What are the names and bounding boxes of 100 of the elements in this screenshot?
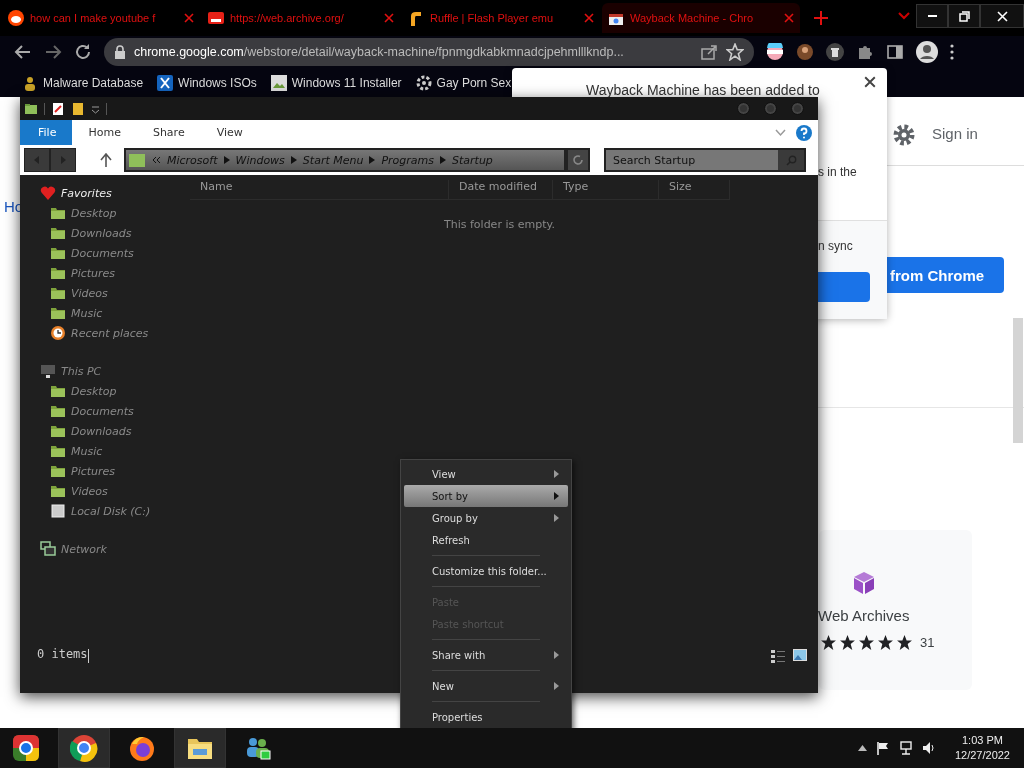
nav-item[interactable]: Documents bbox=[50, 243, 151, 263]
search-box[interactable]: Search Startup bbox=[604, 148, 806, 172]
chevron-down-icon[interactable] bbox=[775, 128, 786, 137]
breadcrumb-arrow-icon[interactable] bbox=[290, 156, 297, 164]
nav-item[interactable]: Videos bbox=[50, 481, 151, 501]
breadcrumb-arrow-icon[interactable] bbox=[369, 156, 376, 164]
thumbnail-view-icon[interactable] bbox=[793, 649, 807, 661]
browser-tab[interactable]: how can I make youtube f bbox=[2, 3, 200, 33]
folder-icon[interactable] bbox=[24, 101, 38, 116]
flag-icon[interactable] bbox=[766, 43, 784, 61]
share-icon[interactable] bbox=[700, 43, 718, 61]
menu-item[interactable]: Refresh bbox=[404, 529, 568, 551]
ribbon-tab[interactable]: File bbox=[20, 120, 73, 145]
column-header[interactable]: Type bbox=[553, 180, 659, 200]
bookmark[interactable]: Gay Porn Sex bbox=[415, 74, 512, 91]
trash-icon[interactable] bbox=[826, 43, 844, 61]
bookmark[interactable]: Windows 11 Installer bbox=[270, 74, 402, 91]
nav-group[interactable]: Network bbox=[40, 539, 151, 559]
folder-icon[interactable] bbox=[71, 101, 85, 116]
nav-item[interactable]: Pictures bbox=[50, 461, 151, 481]
side-panel-icon[interactable] bbox=[886, 43, 904, 61]
nav-item[interactable]: Desktop bbox=[50, 381, 151, 401]
breadcrumb[interactable]: Programs bbox=[381, 153, 434, 167]
menu-icon[interactable] bbox=[950, 43, 954, 61]
taskbar-app[interactable] bbox=[58, 728, 110, 768]
nav-item[interactable]: Music bbox=[50, 441, 151, 461]
nav-item[interactable]: Documents bbox=[50, 401, 151, 421]
chevron-down-icon[interactable] bbox=[898, 12, 910, 20]
nav-item[interactable]: Videos bbox=[50, 283, 151, 303]
document-icon[interactable] bbox=[51, 101, 65, 116]
nav-item[interactable]: Pictures bbox=[50, 263, 151, 283]
scrollbar-thumb[interactable] bbox=[1013, 318, 1023, 443]
breadcrumb[interactable]: Windows bbox=[235, 153, 285, 167]
folder-icon bbox=[128, 152, 146, 168]
profile-icon[interactable] bbox=[916, 41, 938, 63]
nav-group[interactable]: This PC bbox=[40, 361, 151, 381]
address-bar[interactable]: Microsoft Windows Start Menu Programs Startup bbox=[124, 148, 566, 172]
back-icon[interactable] bbox=[14, 43, 32, 61]
help-icon[interactable] bbox=[796, 124, 812, 141]
menu-item[interactable]: Customize this folder... bbox=[404, 560, 568, 582]
close-icon[interactable] bbox=[184, 13, 194, 23]
browser-tab[interactable]: Ruffle | Flash Player emu bbox=[402, 3, 600, 33]
reload-icon[interactable] bbox=[74, 43, 92, 61]
item-count: 0 items bbox=[37, 647, 88, 661]
close-icon[interactable] bbox=[784, 13, 794, 23]
puzzle-icon[interactable] bbox=[856, 43, 874, 61]
clock[interactable]: 1:03 PM 12/27/2022 bbox=[954, 733, 1010, 763]
nav-group[interactable]: Favorites bbox=[40, 183, 151, 203]
nav-item[interactable]: Music bbox=[50, 303, 151, 323]
nav-item[interactable]: Downloads bbox=[50, 421, 151, 441]
nav-item[interactable]: Downloads bbox=[50, 223, 151, 243]
refresh-button[interactable] bbox=[566, 148, 590, 172]
ribbon-tab[interactable]: View bbox=[200, 120, 259, 145]
settings-icon[interactable] bbox=[893, 124, 915, 146]
column-header[interactable]: Date modified bbox=[449, 180, 553, 200]
close-icon[interactable] bbox=[584, 13, 594, 23]
breadcrumb-arrow-icon[interactable] bbox=[440, 156, 446, 164]
bookmark[interactable]: Windows ISOs bbox=[157, 74, 257, 91]
extension-card[interactable] bbox=[819, 530, 972, 690]
breadcrumb-arrow-icon[interactable] bbox=[223, 156, 230, 164]
avatar-icon[interactable] bbox=[796, 43, 814, 61]
video-icon bbox=[208, 10, 224, 26]
menu-item[interactable]: New bbox=[404, 675, 568, 697]
chevron-up-icon[interactable] bbox=[857, 745, 867, 751]
close-icon[interactable] bbox=[384, 13, 394, 23]
menu-item[interactable]: View bbox=[404, 463, 568, 485]
bookmark[interactable]: Malware Database bbox=[22, 74, 144, 91]
browser-tab[interactable]: Wayback Machine - Chro bbox=[602, 3, 800, 33]
ribbon-tab[interactable]: Share bbox=[136, 120, 201, 145]
menu-item[interactable]: Properties bbox=[404, 706, 568, 728]
column-header[interactable]: Name bbox=[190, 180, 449, 200]
breadcrumb[interactable]: Start Menu bbox=[302, 153, 364, 167]
close-button[interactable] bbox=[980, 4, 1024, 28]
up-arrow-icon[interactable] bbox=[100, 153, 112, 167]
ribbon-tab[interactable]: Home bbox=[72, 120, 137, 145]
breadcrumb[interactable]: Microsoft bbox=[167, 153, 218, 167]
volume-icon[interactable] bbox=[921, 741, 936, 755]
nav-item[interactable]: Desktop bbox=[50, 203, 151, 223]
breadcrumb[interactable]: Startup bbox=[452, 153, 493, 167]
network-icon[interactable] bbox=[898, 741, 913, 755]
taskbar-app[interactable] bbox=[174, 728, 226, 768]
forward-icon[interactable] bbox=[44, 43, 62, 61]
nav-item[interactable]: Local Disk (C:) bbox=[50, 501, 151, 521]
folder-icon bbox=[50, 383, 66, 399]
minimize-button[interactable] bbox=[916, 4, 948, 28]
menu-item[interactable]: Sort by bbox=[404, 485, 568, 507]
sign-in-link[interactable]: Sign in bbox=[932, 125, 978, 142]
details-view-icon[interactable] bbox=[770, 649, 786, 663]
flag-icon[interactable] bbox=[875, 741, 890, 755]
menu-item[interactable]: Group by bbox=[404, 507, 568, 529]
nav-item[interactable]: Recent places bbox=[50, 323, 151, 343]
star-icon[interactable] bbox=[726, 43, 744, 61]
double-chevron-icon[interactable] bbox=[152, 156, 161, 164]
column-header[interactable]: Size bbox=[659, 180, 730, 200]
restore-button[interactable] bbox=[948, 4, 980, 28]
plus-icon[interactable] bbox=[814, 11, 828, 25]
menu-item[interactable]: Share with bbox=[404, 644, 568, 666]
address-bar[interactable]: chrome.google.com/webstore/detail/wayback-machine/fpnmgdkabkmnadcjpehmlllkndp... bbox=[104, 38, 754, 66]
close-icon[interactable] bbox=[864, 76, 876, 88]
browser-tab[interactable]: https://web.archive.org/ bbox=[202, 3, 400, 33]
